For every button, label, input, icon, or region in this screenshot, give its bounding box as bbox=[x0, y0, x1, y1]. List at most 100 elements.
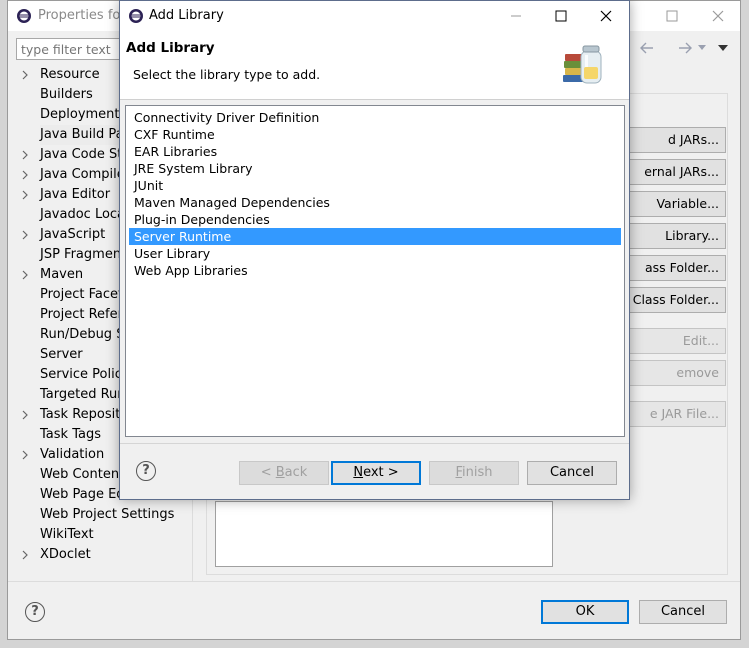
dialog-close-button[interactable] bbox=[583, 1, 629, 31]
tree-item[interactable]: Javadoc Locat bbox=[40, 205, 130, 225]
tree-item[interactable]: Maven bbox=[22, 265, 83, 285]
eclipse-app-icon bbox=[16, 8, 32, 24]
tree-item[interactable]: Java Compiler bbox=[22, 165, 131, 185]
chevron-right-icon[interactable] bbox=[21, 265, 33, 285]
forward-dropdown-icon[interactable] bbox=[698, 45, 706, 51]
tree-item-label: Java Code Sty bbox=[40, 147, 131, 162]
wizard-heading: Add Library bbox=[126, 40, 215, 56]
tree-item[interactable]: Web Content bbox=[40, 465, 124, 485]
tree-item[interactable]: Project Refere bbox=[40, 305, 131, 325]
tree-item-label: WikiText bbox=[40, 527, 94, 542]
tree-item[interactable]: JSP Fragment bbox=[40, 245, 126, 265]
tree-item-label: Task Reposito bbox=[40, 407, 129, 422]
close-icon bbox=[712, 10, 724, 22]
tree-item[interactable]: XDoclet bbox=[22, 545, 91, 565]
dialog-maximize-button[interactable] bbox=[538, 1, 584, 31]
minimize-icon bbox=[511, 15, 521, 17]
library-type-item[interactable]: Server Runtime bbox=[129, 228, 621, 245]
properties-close-button[interactable] bbox=[695, 1, 741, 31]
back-nav-icon[interactable] bbox=[638, 41, 656, 55]
dialog-minimize-button[interactable] bbox=[493, 1, 539, 31]
tree-item[interactable]: Task Reposito bbox=[22, 405, 129, 425]
properties-help-button[interactable]: ? bbox=[25, 602, 45, 622]
back-button[interactable]: < Back bbox=[239, 461, 329, 485]
properties-maximize-button[interactable] bbox=[649, 1, 695, 31]
library-type-item[interactable]: Web App Libraries bbox=[129, 262, 621, 279]
next-button[interactable]: Next > bbox=[331, 461, 421, 485]
library-type-item[interactable]: Plug-in Dependencies bbox=[129, 211, 621, 228]
type-filter-input[interactable] bbox=[16, 38, 128, 60]
build-path-button[interactable]: al Class Folder... bbox=[616, 287, 726, 313]
build-path-button[interactable]: Library... bbox=[616, 223, 726, 249]
library-type-item[interactable]: Connectivity Driver Definition bbox=[129, 109, 621, 126]
tree-item-label: Validation bbox=[40, 447, 105, 462]
tree-item[interactable]: Task Tags bbox=[40, 425, 101, 445]
tree-item-label: Web Content bbox=[40, 467, 125, 482]
tree-item[interactable]: Java Editor bbox=[22, 185, 111, 205]
view-menu-icon[interactable] bbox=[718, 45, 728, 52]
tree-item[interactable]: Web Project Settings bbox=[40, 505, 174, 525]
tree-item[interactable]: Project Facets bbox=[40, 285, 130, 305]
library-type-item[interactable]: EAR Libraries bbox=[129, 143, 621, 160]
chevron-right-icon[interactable] bbox=[21, 225, 33, 245]
ok-button[interactable]: OK bbox=[541, 600, 629, 624]
dialog-help-button[interactable]: ? bbox=[136, 461, 156, 481]
close-icon bbox=[600, 10, 612, 22]
chevron-right-icon[interactable] bbox=[21, 165, 33, 185]
wizard-description: Select the library type to add. bbox=[133, 67, 321, 82]
tree-item-label: Resource bbox=[40, 67, 100, 82]
build-path-button[interactable]: Variable... bbox=[616, 191, 726, 217]
tree-item[interactable]: JavaScript bbox=[22, 225, 106, 245]
tree-item[interactable]: Builders bbox=[40, 85, 93, 105]
eclipse-app-icon bbox=[128, 8, 144, 24]
build-path-button[interactable]: Edit... bbox=[616, 328, 726, 354]
build-path-button[interactable]: ass Folder... bbox=[616, 255, 726, 281]
finish-button[interactable]: Finish bbox=[429, 461, 519, 485]
chevron-right-icon[interactable] bbox=[21, 145, 33, 165]
add-library-dialog: Add Library Add Library Select the libra… bbox=[119, 0, 630, 500]
tree-item-label: Java Compiler bbox=[40, 167, 131, 182]
tree-item[interactable]: Resource bbox=[22, 65, 100, 85]
chevron-right-icon[interactable] bbox=[21, 185, 33, 205]
build-path-button[interactable]: emove bbox=[616, 360, 726, 386]
chevron-right-icon[interactable] bbox=[21, 545, 33, 565]
chevron-right-icon[interactable] bbox=[21, 65, 33, 85]
wizard-banner: Add Library Select the library type to a… bbox=[120, 31, 629, 100]
library-type-item[interactable]: User Library bbox=[129, 245, 621, 262]
tree-item[interactable]: Web Page Ed bbox=[40, 485, 125, 505]
maximize-icon bbox=[555, 10, 567, 22]
dialog-titlebar: Add Library bbox=[120, 1, 629, 31]
help-icon: ? bbox=[25, 602, 45, 622]
build-path-button[interactable]: d JARs... bbox=[616, 127, 726, 153]
library-type-item[interactable]: JRE System Library bbox=[129, 160, 621, 177]
library-type-item[interactable]: CXF Runtime bbox=[129, 126, 621, 143]
library-type-item[interactable]: JUnit bbox=[129, 177, 621, 194]
tree-item[interactable]: Targeted Run bbox=[40, 385, 126, 405]
build-path-button[interactable]: ernal JARs... bbox=[616, 159, 726, 185]
maximize-icon bbox=[666, 10, 678, 22]
tree-item-label: JavaScript bbox=[40, 227, 106, 242]
chevron-right-icon[interactable] bbox=[21, 405, 33, 425]
tree-item[interactable]: Java Build Pat bbox=[40, 125, 129, 145]
tree-item-label: Javadoc Locat bbox=[40, 207, 131, 222]
tree-item-label: Java Editor bbox=[40, 187, 111, 202]
library-type-item[interactable]: Maven Managed Dependencies bbox=[129, 194, 621, 211]
tree-item[interactable]: Java Code Sty bbox=[22, 145, 131, 165]
tree-item[interactable]: Validation bbox=[22, 445, 105, 465]
chevron-right-icon[interactable] bbox=[21, 445, 33, 465]
build-path-button[interactable]: e JAR File... bbox=[616, 401, 726, 427]
library-jar-icon bbox=[561, 41, 609, 89]
library-type-list[interactable]: Connectivity Driver Definition CXF Runtim… bbox=[125, 105, 625, 437]
tree-item-label: Task Tags bbox=[40, 427, 101, 442]
properties-cancel-button[interactable]: Cancel bbox=[639, 600, 727, 624]
tree-item-label: JSP Fragment bbox=[40, 247, 127, 262]
tree-item-label: Java Build Pat bbox=[40, 127, 129, 142]
dialog-cancel-button[interactable]: Cancel bbox=[527, 461, 617, 485]
build-path-list[interactable] bbox=[215, 501, 553, 567]
properties-window-title: Properties for bbox=[38, 8, 126, 23]
tree-item[interactable]: WikiText bbox=[40, 525, 94, 545]
tree-item[interactable]: Server bbox=[40, 345, 83, 365]
tree-item-label: Web Page Ed bbox=[40, 487, 125, 502]
button-bar-separator bbox=[120, 443, 629, 444]
forward-nav-icon[interactable] bbox=[676, 41, 694, 55]
